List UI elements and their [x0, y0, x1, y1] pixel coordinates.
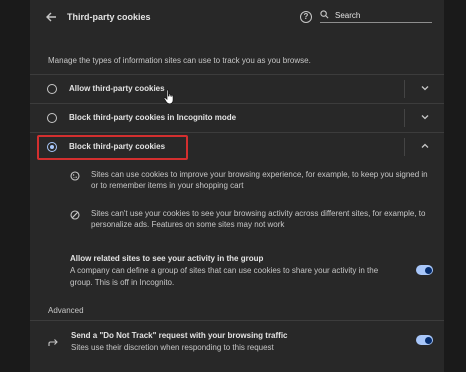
option-label: Block third-party cookies in Incognito m… [69, 113, 237, 122]
related-sites-description: A company can define a group of sites th… [70, 266, 379, 287]
do-not-track-description: Sites use their discretion when respondi… [71, 343, 274, 352]
intro-text: Manage the types of information sites ca… [48, 56, 311, 65]
do-not-track-title: Send a "Do Not Track" request with your … [71, 331, 288, 340]
chevron-down-icon[interactable] [419, 82, 431, 94]
search-icon [320, 10, 329, 19]
related-sites-toggle[interactable] [416, 265, 433, 275]
option-allow-third-party[interactable]: Allow third-party cookies [30, 74, 444, 102]
block-icon [70, 210, 80, 220]
do-not-track-toggle[interactable] [416, 335, 433, 345]
cookie-icon [70, 171, 80, 181]
settings-window: Third-party cookies ? Manage the types o… [0, 0, 466, 372]
advanced-heading: Advanced [48, 306, 84, 315]
related-sites-title: Allow related sites to see your activity… [70, 254, 264, 263]
info-text: Sites can't use your cookies to see your… [91, 209, 426, 229]
info-text: Sites can use cookies to improve your br… [91, 170, 428, 190]
settings-panel: Third-party cookies ? Manage the types o… [30, 0, 444, 372]
chevron-up-icon[interactable] [419, 140, 431, 152]
search-input[interactable] [335, 9, 430, 21]
top-bar: Third-party cookies ? [30, 0, 444, 36]
forward-arrow-icon [48, 339, 58, 346]
annotation-highlight-box [37, 135, 188, 160]
divider [404, 80, 405, 98]
divider [404, 138, 405, 156]
divider [404, 109, 405, 127]
option-block-incognito[interactable]: Block third-party cookies in Incognito m… [30, 103, 444, 131]
back-arrow-icon[interactable] [44, 10, 58, 24]
radio-block-incognito[interactable] [47, 113, 57, 123]
hand-cursor-icon [163, 89, 174, 105]
option-label: Allow third-party cookies [69, 84, 165, 93]
divider [30, 320, 444, 321]
page-title: Third-party cookies [67, 12, 151, 22]
help-icon[interactable]: ? [300, 11, 312, 23]
radio-allow-third-party[interactable] [47, 84, 57, 94]
chevron-down-icon[interactable] [419, 111, 431, 123]
search-box[interactable] [320, 9, 432, 23]
